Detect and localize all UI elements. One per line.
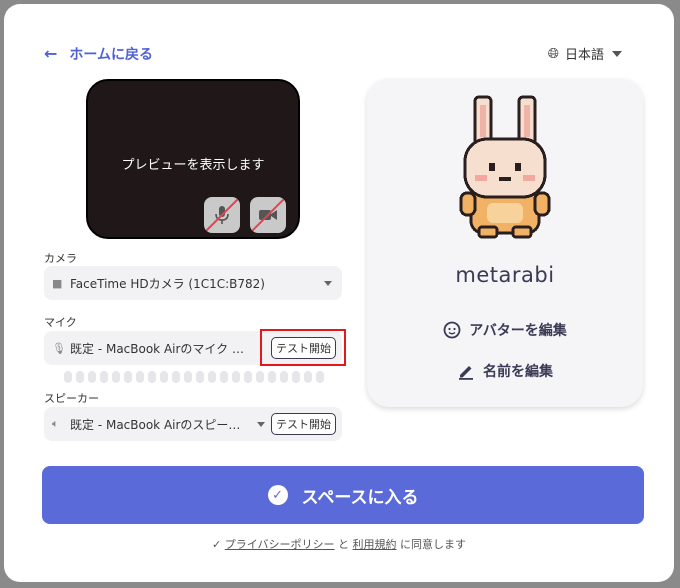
language-label: 日本語 — [564, 48, 604, 63]
agreement-and: と — [338, 538, 349, 551]
mic-level-meter — [64, 371, 324, 383]
camera-toggle-button[interactable] — [250, 197, 286, 233]
video-camera-icon: ■ — [52, 276, 63, 290]
speaker-value: 既定 - MacBook Airのスピー… — [70, 417, 241, 432]
edit-name-label: 名前を編集 — [483, 364, 553, 380]
avatar-card: metarabi アバターを編集 名前を編集 — [367, 79, 643, 407]
enter-space-label: スペースに入る — [301, 487, 419, 508]
camera-value: FaceTime HDカメラ (1C1C:B782) — [70, 276, 265, 291]
speaker-label: スピーカー — [44, 392, 99, 405]
edit-avatar-label: アバターを編集 — [469, 323, 567, 339]
pencil-icon — [459, 366, 473, 380]
disabled-slash — [251, 198, 285, 232]
language-selector[interactable]: 🌐︎ 日本語 — [548, 44, 622, 63]
check-circle-icon: ✓ — [267, 485, 288, 505]
preview-text: プレビューを表示します — [121, 158, 265, 173]
speaker-icon: 🔈︎ — [52, 417, 59, 430]
caret-down-icon — [257, 421, 265, 427]
back-home-link[interactable]: ← ホームに戻る — [44, 44, 153, 64]
caret-down-icon — [612, 50, 622, 57]
camera-label: カメラ — [44, 252, 77, 265]
mic-test-highlight — [260, 329, 346, 366]
speaker-select[interactable]: 🔈︎ 既定 - MacBook Airのスピー… テスト開始 — [44, 407, 342, 441]
mic-toggle-button[interactable] — [204, 197, 240, 233]
privacy-policy-link[interactable]: プライバシーポリシー — [225, 538, 335, 551]
edit-name-button[interactable]: 名前を編集 — [367, 361, 643, 381]
arrow-left-icon: ← — [44, 44, 58, 63]
join-card: ← ホームに戻る 🌐︎ 日本語 プレビューを表示します カメラ ■ FaceTi — [4, 4, 674, 582]
avatar-name: metarabi — [455, 263, 555, 287]
caret-down-icon — [324, 280, 332, 286]
disabled-slash — [205, 198, 239, 232]
globe-icon: 🌐︎ — [547, 45, 559, 62]
speaker-test-button[interactable]: テスト開始 — [271, 413, 336, 435]
video-preview: プレビューを表示します — [86, 79, 300, 239]
rabbit-avatar-image — [457, 93, 553, 247]
agreement-text: ✓ プライバシーポリシー と 利用規約 に同意します — [4, 536, 674, 552]
back-home-label: ホームに戻る — [69, 47, 153, 63]
mic-label: マイク — [44, 316, 77, 329]
agreement-suffix: に同意します — [400, 538, 466, 551]
check-icon: ✓ — [212, 538, 222, 551]
microphone-icon: 🎙︎ — [52, 341, 66, 355]
camera-select[interactable]: ■ FaceTime HDカメラ (1C1C:B782) — [44, 266, 342, 300]
enter-space-button[interactable]: ✓ スペースに入る — [42, 466, 644, 524]
edit-avatar-button[interactable]: アバターを編集 — [367, 320, 643, 340]
terms-link[interactable]: 利用規約 — [353, 538, 397, 551]
mic-value: 既定 - MacBook Airのマイク … — [70, 341, 244, 356]
face-edit-icon — [443, 321, 461, 339]
